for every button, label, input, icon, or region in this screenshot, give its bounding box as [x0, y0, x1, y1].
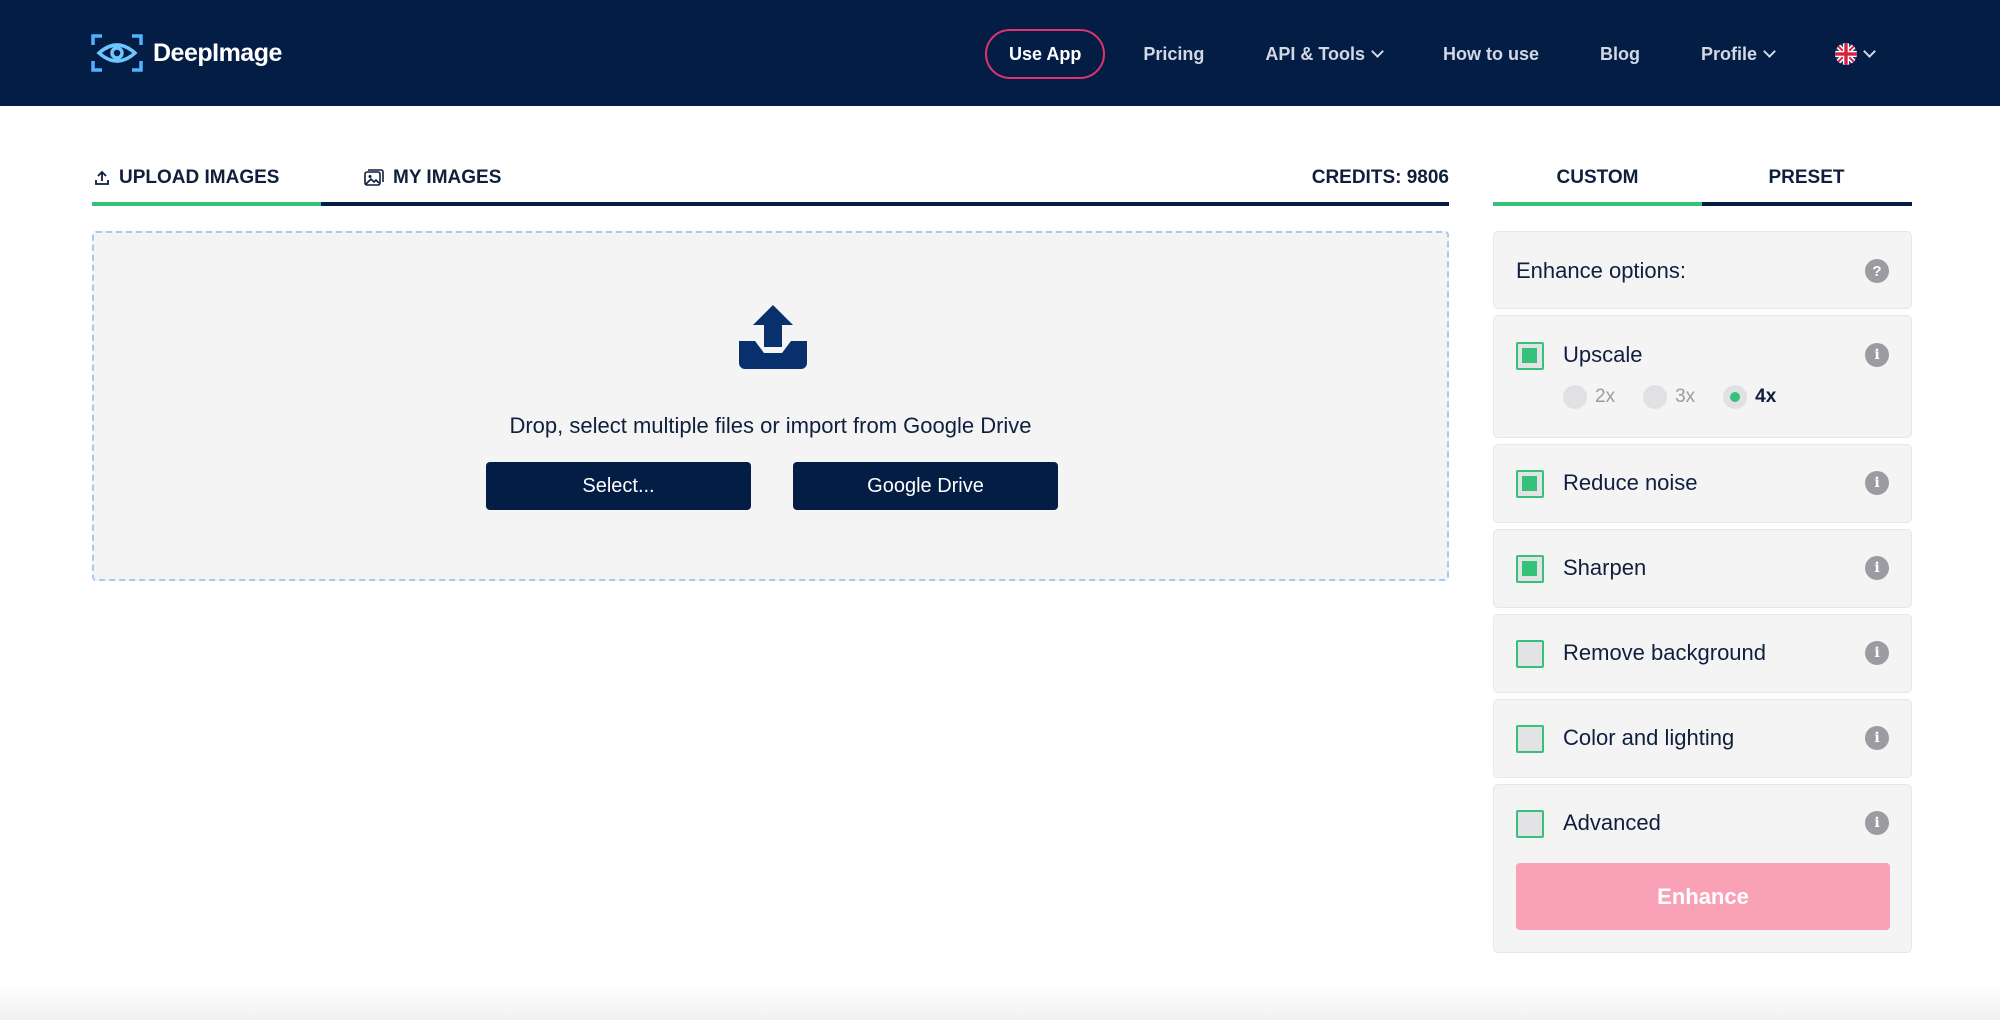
nav-how-to-use-label: How to use — [1443, 43, 1540, 64]
credits-counter: CREDITS: 9806 — [1311, 167, 1449, 188]
color-lighting-label: Color and lighting — [1563, 725, 1735, 750]
option-upscale: Upscale i 2x 3x 4x — [1493, 315, 1912, 438]
page-bottom-edge — [0, 985, 2000, 1020]
reduce-noise-label: Reduce noise — [1563, 470, 1698, 495]
upscale-3x-radio[interactable]: 3x — [1643, 385, 1695, 409]
chevron-down-icon — [1863, 45, 1876, 58]
upscale-4x-radio[interactable]: 4x — [1723, 385, 1776, 409]
info-icon[interactable]: i — [1865, 556, 1889, 580]
info-icon[interactable]: i — [1865, 726, 1889, 750]
settings-mode-tabs: CUSTOM PRESET — [1493, 160, 1912, 206]
uk-flag-icon — [1835, 43, 1858, 65]
tab-upload-images-label: UPLOAD IMAGES — [119, 167, 280, 188]
advanced-label: Advanced — [1563, 810, 1661, 835]
enhance-button[interactable]: Enhance — [1516, 863, 1890, 930]
sharpen-checkbox[interactable] — [1516, 555, 1544, 583]
brand-name: DeepImage — [153, 38, 282, 67]
tab-custom[interactable]: CUSTOM — [1493, 167, 1702, 189]
top-navigation-bar: DeepImage Use App Pricing API & Tools Ho… — [0, 0, 2000, 106]
advanced-checkbox[interactable] — [1516, 810, 1544, 838]
tab-my-images-label: MY IMAGES — [393, 167, 502, 188]
upscale-factor-group: 2x 3x 4x — [1563, 385, 1804, 409]
help-icon[interactable]: ? — [1865, 259, 1889, 283]
nav-api-tools[interactable]: API & Tools — [1265, 43, 1384, 65]
upscale-label: Upscale — [1563, 342, 1643, 367]
info-icon[interactable]: i — [1865, 811, 1889, 835]
option-sharpen: Sharpen i — [1493, 529, 1912, 608]
brand-logo[interactable]: DeepImage — [91, 33, 282, 73]
reduce-noise-checkbox[interactable] — [1516, 470, 1544, 498]
nav-profile-label: Profile — [1701, 43, 1758, 64]
nav-pricing[interactable]: Pricing — [1143, 44, 1204, 65]
tab-my-images[interactable]: MY IMAGES — [364, 167, 501, 189]
upscale-4x-label: 4x — [1755, 386, 1777, 407]
radio-circle-selected — [1723, 385, 1748, 409]
tab-preset[interactable]: PRESET — [1702, 167, 1911, 189]
enhance-options-title: Enhance options: — [1516, 258, 1687, 283]
chevron-down-icon — [1763, 45, 1776, 58]
image-source-tabs: UPLOAD IMAGES MY IMAGES CREDITS: 9806 — [92, 160, 1449, 206]
option-advanced: Advanced i Enhance — [1493, 784, 1912, 953]
remove-background-checkbox[interactable] — [1516, 640, 1544, 668]
nav-use-app[interactable]: Use App — [985, 29, 1106, 79]
active-tab-indicator — [1493, 202, 1702, 206]
info-icon[interactable]: i — [1865, 641, 1889, 665]
image-gallery-icon — [364, 169, 384, 186]
language-selector[interactable] — [1835, 43, 1876, 65]
upscale-2x-radio[interactable]: 2x — [1563, 385, 1615, 409]
radio-circle — [1563, 385, 1587, 409]
google-drive-button[interactable]: Google Drive — [793, 462, 1058, 510]
upscale-2x-label: 2x — [1595, 386, 1616, 407]
deepimage-logo-icon — [91, 34, 143, 72]
tab-upload-images[interactable]: UPLOAD IMAGES — [94, 167, 279, 189]
option-remove-background: Remove background i — [1493, 614, 1912, 693]
nav-blog[interactable]: Blog — [1600, 44, 1640, 65]
option-color-lighting: Color and lighting i — [1493, 699, 1912, 778]
nav-how-to-use[interactable]: How to use — [1443, 44, 1539, 65]
info-icon[interactable]: i — [1865, 343, 1889, 367]
nav-blog-label: Blog — [1600, 43, 1641, 64]
nav-use-app-label: Use App — [1009, 43, 1082, 64]
drop-instructions: Drop, select multiple files or import fr… — [509, 413, 1032, 438]
upscale-checkbox[interactable] — [1516, 342, 1544, 370]
select-files-button[interactable]: Select... — [486, 462, 751, 510]
main-nav: Use App Pricing API & Tools How to use B… — [985, 29, 1876, 79]
remove-background-label: Remove background — [1563, 640, 1767, 665]
option-reduce-noise: Reduce noise i — [1493, 444, 1912, 523]
upload-tray-icon — [739, 305, 807, 369]
nav-profile[interactable]: Profile — [1701, 43, 1776, 65]
nav-api-tools-label: API & Tools — [1265, 43, 1366, 64]
nav-pricing-label: Pricing — [1143, 43, 1205, 64]
color-lighting-checkbox[interactable] — [1516, 725, 1544, 753]
active-tab-indicator — [92, 202, 321, 206]
chevron-down-icon — [1371, 45, 1384, 58]
file-drop-zone[interactable]: Drop, select multiple files or import fr… — [92, 231, 1449, 581]
sharpen-label: Sharpen — [1563, 555, 1647, 580]
upload-icon — [95, 170, 109, 185]
upscale-3x-label: 3x — [1675, 386, 1696, 407]
info-icon[interactable]: i — [1865, 471, 1889, 495]
enhance-options-header: Enhance options: ? — [1493, 231, 1912, 309]
radio-circle — [1643, 385, 1668, 409]
